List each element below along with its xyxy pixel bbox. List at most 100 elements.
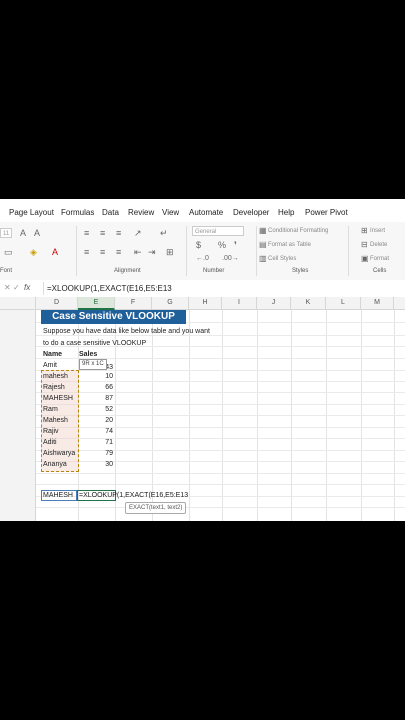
increase-indent-icon[interactable]: ⇥ xyxy=(148,247,156,257)
column-header-g[interactable]: G xyxy=(152,297,189,310)
name-cell[interactable]: Amit xyxy=(43,361,57,371)
fill-color-icon[interactable]: ◈ xyxy=(30,247,37,257)
conditional-formatting-icon[interactable]: ▦ xyxy=(259,226,267,236)
tab-data[interactable]: Data xyxy=(102,208,119,217)
align-bottom-icon[interactable]: ≡ xyxy=(116,228,121,238)
row-header-strip[interactable] xyxy=(0,310,36,521)
sales-cell[interactable]: 20 xyxy=(83,416,113,426)
sales-cell[interactable]: 79 xyxy=(83,449,113,459)
tab-formulas[interactable]: Formulas xyxy=(61,208,94,217)
column-header-m[interactable]: M xyxy=(361,297,394,310)
name-cell[interactable]: Mahesh xyxy=(43,416,68,426)
tab-developer[interactable]: Developer xyxy=(233,208,269,217)
decrease-indent-icon[interactable]: ⇤ xyxy=(134,247,142,257)
tab-page-layout[interactable]: Page Layout xyxy=(9,208,54,217)
delete-icon[interactable]: ⊟ xyxy=(361,240,368,250)
column-header-l[interactable]: L xyxy=(326,297,361,310)
format-as-table-button[interactable]: Format as Table xyxy=(268,241,311,249)
enter-icon[interactable]: ✓ xyxy=(13,283,20,292)
sales-cell[interactable]: 87 xyxy=(83,394,113,404)
description-line-1: Suppose you have data like below table a… xyxy=(43,328,210,335)
alignment-group-label: Alignment xyxy=(114,268,141,274)
insert-button[interactable]: Insert xyxy=(370,227,385,235)
format-icon[interactable]: ▣ xyxy=(361,254,369,264)
decrease-decimal-icon[interactable]: .00→ xyxy=(222,254,239,264)
sales-cell[interactable]: 74 xyxy=(83,427,113,437)
sales-cell[interactable]: 30 xyxy=(83,460,113,470)
increase-decimal-icon[interactable]: ←.0 xyxy=(196,254,209,264)
styles-group-label: Styles xyxy=(292,268,309,274)
group-separator xyxy=(348,226,349,276)
align-top-icon[interactable]: ≡ xyxy=(84,228,89,238)
number-group-label: Number xyxy=(203,268,225,274)
comma-style-icon[interactable]: ❜ xyxy=(234,240,237,250)
sales-cell[interactable]: 66 xyxy=(83,383,113,393)
name-cell[interactable]: Ram xyxy=(43,405,58,415)
sales-cell[interactable]: 71 xyxy=(83,438,113,448)
column-header-n[interactable]: N xyxy=(394,297,405,310)
column-header-k[interactable]: K xyxy=(291,297,326,310)
merge-center-icon[interactable]: ⊞ xyxy=(166,247,174,257)
gridline xyxy=(36,473,405,474)
currency-icon[interactable]: $ xyxy=(196,240,201,250)
tab-help[interactable]: Help xyxy=(278,208,294,217)
select-all-corner[interactable] xyxy=(0,297,36,310)
gridline xyxy=(36,484,405,485)
cell-styles-button[interactable]: Cell Styles xyxy=(268,255,296,263)
name-cell[interactable]: Ananya xyxy=(43,460,67,470)
function-argument-tooltip: EXACT(text1, text2) xyxy=(125,502,187,514)
tab-review[interactable]: Review xyxy=(128,208,154,217)
conditional-formatting-button[interactable]: Conditional Formatting xyxy=(268,227,328,235)
group-separator xyxy=(186,226,187,276)
font-size-combo[interactable]: 11 xyxy=(0,228,12,238)
name-cell[interactable]: Rajesh xyxy=(43,383,65,393)
name-cell[interactable]: Aishwarya xyxy=(43,449,75,459)
header-name: Name xyxy=(43,351,63,358)
name-cell[interactable]: mahesh xyxy=(43,372,68,382)
fx-icon[interactable]: fx xyxy=(24,283,30,292)
group-separator xyxy=(76,226,77,276)
cancel-icon[interactable]: ✕ xyxy=(4,283,11,292)
name-cell[interactable]: Rajiv xyxy=(43,427,59,437)
formula-input[interactable]: =XLOOKUP(1,EXACT(E16,E5:E13 xyxy=(47,284,172,293)
align-center-icon[interactable]: ≡ xyxy=(100,247,105,257)
delete-button[interactable]: Delete xyxy=(370,241,387,249)
name-cell[interactable]: Aditi xyxy=(43,438,57,448)
column-header-h[interactable]: H xyxy=(189,297,222,310)
number-format-combo[interactable]: General xyxy=(192,226,244,236)
orientation-icon[interactable]: ↗ xyxy=(134,228,142,238)
column-header-e[interactable]: E xyxy=(78,297,115,310)
format-button[interactable]: Format xyxy=(370,255,389,263)
font-color-icon[interactable]: A xyxy=(52,247,58,257)
sales-cell[interactable]: 10 xyxy=(83,372,113,382)
column-header-i[interactable]: I xyxy=(222,297,257,310)
align-left-icon[interactable]: ≡ xyxy=(84,247,89,257)
column-header-f[interactable]: F xyxy=(115,297,152,310)
cell-styles-icon[interactable]: ▥ xyxy=(259,254,267,264)
decrease-font-icon[interactable]: A xyxy=(34,228,40,238)
insert-icon[interactable]: ⊞ xyxy=(361,226,368,236)
sales-cell[interactable]: 52 xyxy=(83,405,113,415)
sheet-title: Case Sensitive VLOOKUP xyxy=(41,310,186,324)
column-header-j[interactable]: J xyxy=(257,297,291,310)
wrap-text-icon[interactable]: ↵ xyxy=(160,228,168,238)
align-right-icon[interactable]: ≡ xyxy=(116,247,121,257)
formula-cell[interactable]: =XLOOKUP(1,EXACT(E16,E5:E13 xyxy=(79,491,188,501)
group-separator xyxy=(256,226,257,276)
borders-icon[interactable]: ▭ xyxy=(4,247,13,257)
formula-bar-divider xyxy=(43,282,44,295)
tab-automate[interactable]: Automate xyxy=(189,208,223,217)
cells-group-label: Cells xyxy=(373,268,387,274)
percent-icon[interactable]: % xyxy=(218,240,226,250)
name-cell[interactable]: MAHESH xyxy=(43,394,73,404)
lookup-value-cell[interactable]: MAHESH xyxy=(43,491,73,501)
range-size-tooltip: 9R x 1C xyxy=(79,359,107,370)
tab-view[interactable]: View xyxy=(162,208,179,217)
font-group-label: Font xyxy=(0,268,13,274)
format-as-table-icon[interactable]: ▤ xyxy=(259,240,267,250)
gridline xyxy=(36,507,405,508)
align-middle-icon[interactable]: ≡ xyxy=(100,228,105,238)
increase-font-icon[interactable]: A xyxy=(20,228,26,238)
tab-power-pivot[interactable]: Power Pivot xyxy=(305,208,348,217)
column-header-d[interactable]: D xyxy=(36,297,78,310)
